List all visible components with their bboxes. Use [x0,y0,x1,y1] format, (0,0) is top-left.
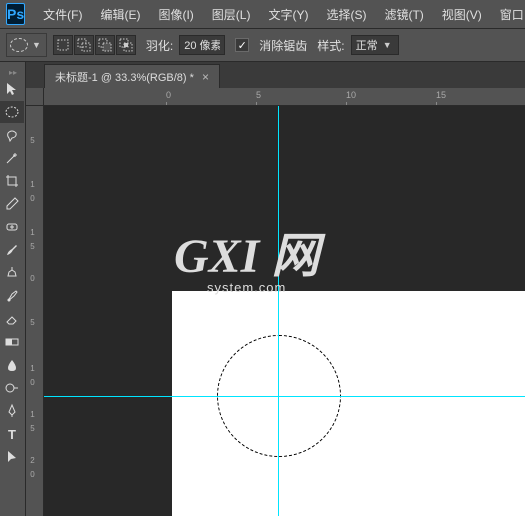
menu-image[interactable]: 图像(I) [150,2,201,27]
history-brush-tool[interactable] [0,285,24,307]
workarea: ▸▸ T 未标题-1 @ 33.3%(RGB/8) * × 0 [0,62,525,516]
marquee-tool[interactable] [0,101,24,123]
move-tool[interactable] [0,78,24,100]
lasso-tool[interactable] [0,124,24,146]
document-tab-title: 未标题-1 @ 33.3%(RGB/8) * [55,69,194,85]
new-selection-button[interactable] [53,35,73,55]
menu-layer[interactable]: 图层(L) [204,2,259,27]
pen-tool[interactable] [0,400,24,422]
tool-preset-picker[interactable]: ▼ [6,33,47,57]
canvas-viewport[interactable]: GXI 网 system.com [44,106,525,516]
watermark-text: GXI 网 [174,216,319,286]
document-tabs: 未标题-1 @ 33.3%(RGB/8) * × [26,62,525,88]
ruler-tick: 0 [166,90,171,100]
document-tab[interactable]: 未标题-1 @ 33.3%(RGB/8) * × [44,64,220,88]
canvas-zone: 0 5 10 15 20 0 5 1 0 1 5 0 5 1 0 1 5 2 0 [26,88,525,516]
antialias-label: 消除锯齿 [259,37,307,54]
style-dropdown[interactable]: 正常 ▼ [351,35,399,55]
ruler-tick: 1 0 [28,180,37,201]
svg-text:T: T [8,427,16,442]
menu-type[interactable]: 文字(Y) [260,2,316,27]
options-bar: ▼ 羽化: ✓ 消除锯齿 样式: 正常 ▼ [0,28,525,62]
gradient-tool[interactable] [0,331,24,353]
ruler-tick: 15 [436,90,446,100]
ruler-tick: 5 [28,136,37,143]
toolbar-grip[interactable]: ▸▸ [0,66,26,78]
add-selection-button[interactable] [74,35,94,55]
menu-view[interactable]: 视图(V) [434,2,490,27]
vertical-ruler[interactable]: 0 5 1 0 1 5 0 5 1 0 1 5 2 0 [26,88,44,516]
blur-tool[interactable] [0,354,24,376]
path-selection-tool[interactable] [0,446,24,468]
menu-select[interactable]: 选择(S) [318,2,374,27]
ellipse-marquee-icon [10,38,28,52]
crop-tool[interactable] [0,170,24,192]
type-tool[interactable]: T [0,423,24,445]
chevron-down-icon: ▼ [30,40,43,50]
horizontal-guide[interactable] [44,396,525,397]
ruler-tick: 5 [256,90,261,100]
menu-filter[interactable]: 滤镜(T) [376,2,431,27]
style-value: 正常 [356,37,378,53]
feather-label: 羽化: [146,37,173,54]
ruler-tick: 1 5 [28,228,37,249]
healing-brush-tool[interactable] [0,216,24,238]
ruler-tick: 0 [28,274,37,281]
selection-mode-group [53,35,136,55]
eraser-tool[interactable] [0,308,24,330]
clone-stamp-tool[interactable] [0,262,24,284]
chevron-down-icon: ▼ [381,40,394,50]
brush-tool[interactable] [0,239,24,261]
dodge-tool[interactable] [0,377,24,399]
style-label: 样式: [317,37,344,54]
ruler-tick: 1 5 [28,410,37,431]
menu-window[interactable]: 窗口 [492,2,525,27]
menubar: Ps 文件(F) 编辑(E) 图像(I) 图层(L) 文字(Y) 选择(S) 滤… [0,0,525,28]
ruler-tick: 10 [346,90,356,100]
ruler-tick: 1 0 [28,364,37,385]
antialias-checkbox[interactable]: ✓ [235,38,249,52]
magic-wand-tool[interactable] [0,147,24,169]
close-tab-icon[interactable]: × [202,70,209,84]
horizontal-ruler[interactable]: 0 5 10 15 20 [44,88,525,106]
menu-file[interactable]: 文件(F) [35,2,90,27]
tools-panel: ▸▸ T [0,62,26,516]
menu-edit[interactable]: 编辑(E) [92,2,148,27]
feather-input[interactable] [179,35,225,55]
eyedropper-tool[interactable] [0,193,24,215]
document-area: 未标题-1 @ 33.3%(RGB/8) * × 0 5 10 15 20 0 … [26,62,525,516]
ruler-tick: 5 [28,318,37,325]
watermark: GXI 网 system.com [174,216,319,295]
ruler-tick: 2 0 [28,456,37,477]
subtract-selection-button[interactable] [95,35,115,55]
app-logo: Ps [6,3,25,25]
intersect-selection-button[interactable] [116,35,136,55]
ruler-corner [26,88,44,106]
vertical-guide[interactable] [278,106,279,516]
